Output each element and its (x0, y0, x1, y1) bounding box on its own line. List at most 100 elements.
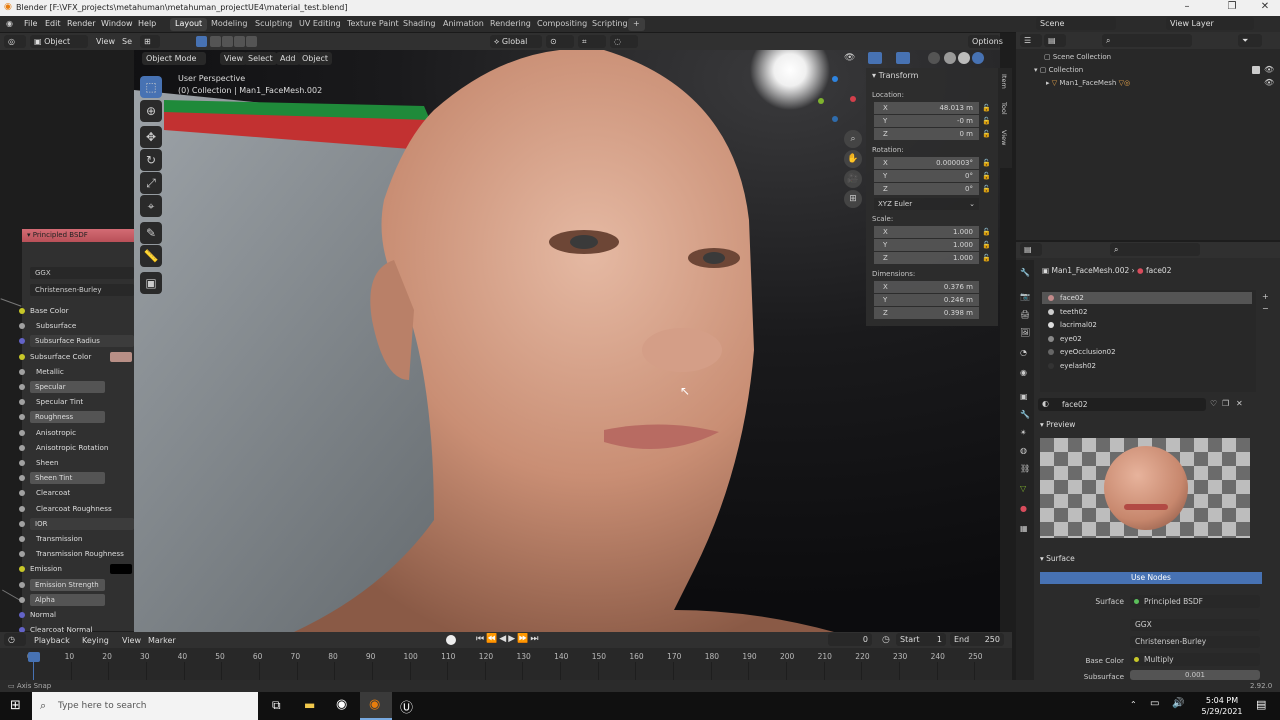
material-slot-item[interactable]: eye02 (1042, 333, 1252, 345)
node-input-row[interactable]: Subsurface Radius (19, 334, 134, 348)
node-input-row[interactable]: Emission Strength (19, 578, 134, 592)
texture-tab-icon[interactable]: ▦ (1020, 524, 1028, 533)
node-view-menu[interactable]: View (96, 37, 115, 46)
tab-modeling[interactable]: Modeling (206, 18, 252, 31)
pivot-point-icon[interactable]: ⊙ (546, 35, 574, 48)
close-icon[interactable]: ✕ (1250, 1, 1280, 12)
remove-slot-icon[interactable]: − (1262, 304, 1269, 313)
blender-menu-icon[interactable]: ◉ (6, 19, 13, 28)
material-slot-list[interactable]: face02 teeth02 lacrimal02 eye02 eyeOcclusion… (1040, 290, 1256, 392)
start-frame-field[interactable]: Start 1 (896, 633, 946, 646)
rotation-y-field[interactable]: Y 0° (874, 170, 979, 182)
input-socket-icon[interactable] (19, 596, 25, 603)
notifications-icon[interactable]: ▤ (1256, 698, 1266, 711)
material-shading-icon[interactable] (958, 52, 970, 64)
gizmo-toggle-icon[interactable] (868, 52, 882, 64)
scale-y-field[interactable]: Y 1.000 (874, 239, 979, 251)
input-socket-icon[interactable] (19, 444, 25, 451)
select-subtract-icon[interactable] (222, 36, 233, 47)
collection-item[interactable]: ▾ ▢ Collection (1034, 66, 1083, 74)
input-socket-icon[interactable] (19, 384, 25, 390)
emission-color-swatch[interactable] (110, 564, 132, 575)
input-socket-icon[interactable] (19, 323, 25, 330)
material-slot-item[interactable]: eyeOcclusion02 (1042, 346, 1252, 358)
tab-scripting[interactable]: Scripting (587, 18, 633, 31)
sidebar-tab-tool[interactable]: Tool (1000, 102, 1008, 115)
constraints-tab-icon[interactable]: ⛓ (1020, 464, 1030, 473)
fake-user-icon[interactable]: ♡ (1210, 399, 1217, 408)
add-cube-tool-icon[interactable]: ▣ (140, 272, 162, 294)
transform-panel-title[interactable]: ▾ Transform (872, 71, 918, 80)
render-tab-icon[interactable]: 📷 (1020, 292, 1030, 301)
particles-tab-icon[interactable]: ✴ (1020, 428, 1027, 437)
material-slot-item[interactable]: face02 (1042, 292, 1252, 304)
add-slot-icon[interactable]: + (1262, 292, 1269, 301)
select-box-icon[interactable] (196, 36, 207, 47)
snap-icon[interactable]: ⌗ (578, 35, 606, 48)
viewport-object-menu[interactable]: Object (298, 52, 333, 65)
node-input-row[interactable]: Normal (19, 608, 134, 622)
pan-hand-icon[interactable]: ✋ (844, 150, 862, 168)
data-tab-icon[interactable]: ▽ (1020, 484, 1026, 493)
input-socket-icon[interactable] (19, 520, 25, 527)
menu-help[interactable]: Help (138, 19, 156, 28)
object-mode-select[interactable]: Object Mode (142, 52, 206, 65)
properties-editor-type-icon[interactable]: ▤ (1020, 243, 1042, 256)
playback-menu[interactable]: Playback (34, 636, 70, 645)
node-input-field[interactable]: Roughness (30, 411, 105, 424)
node-input-row[interactable]: Alpha (19, 593, 134, 607)
duplicate-material-icon[interactable]: ❐ (1222, 399, 1229, 408)
scene-tab-icon[interactable]: ◔ (1020, 348, 1027, 357)
viewport-select-menu[interactable]: Select (244, 52, 277, 65)
dimensions-x-field[interactable]: X 0.376 m (874, 281, 979, 293)
rotation-x-field[interactable]: X 0.000003° (874, 157, 979, 169)
tool-tab-icon[interactable]: 🔧 (1020, 268, 1030, 277)
measure-tool-icon[interactable]: 📏 (140, 245, 162, 267)
facemesh-object-item[interactable]: ▸ ▽ Man1_FaceMesh ▽◎ (1046, 79, 1130, 87)
node-input-row[interactable]: Specular Tint (19, 395, 134, 409)
preview-range-icon[interactable]: ◷ (882, 635, 890, 645)
output-tab-icon[interactable]: 🖨 (1020, 310, 1030, 319)
input-socket-icon[interactable] (19, 414, 25, 421)
camera-view-icon[interactable]: 🎥 (844, 170, 862, 188)
sidebar-tab-item[interactable]: Item (1000, 74, 1008, 89)
subsurface-color-swatch[interactable] (110, 351, 132, 362)
clock-date[interactable]: 5/29/2021 (1200, 707, 1244, 716)
node-input-row[interactable]: Specular (19, 380, 134, 394)
outliner-filter-icon[interactable]: ⏷ (1238, 34, 1262, 47)
input-socket-icon[interactable] (19, 536, 25, 542)
node-input-field[interactable]: Sheen Tint (30, 472, 105, 485)
node-input-row[interactable]: Anisotropic Rotation (19, 441, 134, 455)
tab-uv-editing[interactable]: UV Editing (294, 18, 346, 31)
node-input-row[interactable]: IOR (19, 517, 134, 531)
subsurface-value-field[interactable]: 0.001 (1130, 670, 1260, 680)
zoom-icon[interactable]: ⌕ (844, 130, 862, 148)
tab-sculpting[interactable]: Sculpting (250, 18, 297, 31)
annotate-tool-icon[interactable]: ✎ (140, 222, 162, 244)
maximize-icon[interactable]: ❐ (1217, 1, 1247, 12)
end-frame-field[interactable]: End 250 (950, 633, 1004, 646)
lock-icon[interactable]: 🔓 (982, 185, 991, 193)
outliner-display-mode-icon[interactable]: ▤ (1044, 34, 1066, 47)
select-intersect-icon[interactable] (246, 36, 257, 47)
node-input-row[interactable]: Metallic (19, 365, 134, 379)
collection-visibility-icon[interactable]: 👁 (1264, 65, 1274, 74)
lock-icon[interactable]: 🔓 (982, 159, 991, 167)
distribution-select[interactable]: GGX (1130, 619, 1260, 631)
navigation-gizmo[interactable] (810, 76, 858, 124)
options-dropdown[interactable]: Options (968, 35, 1003, 48)
marker-menu[interactable]: Marker (148, 636, 176, 645)
select-invert-icon[interactable] (234, 36, 245, 47)
scale-x-field[interactable]: X 1.000 (874, 226, 979, 238)
view-layer-tab-icon[interactable]: 🖼 (1020, 328, 1030, 337)
lock-icon[interactable]: 🔓 (982, 117, 991, 125)
node-input-row[interactable]: Anisotropic (19, 426, 134, 440)
node-input-row[interactable]: Sheen Tint (19, 471, 134, 485)
node-input-row[interactable]: Subsurface (19, 319, 134, 333)
scene-selector[interactable]: Scene (1036, 17, 1116, 30)
add-workspace-button[interactable]: + (628, 18, 645, 31)
properties-search-input[interactable]: ⌕ (1110, 243, 1200, 256)
tab-shading[interactable]: Shading (398, 18, 441, 31)
viewport-add-menu[interactable]: Add (276, 52, 300, 65)
material-slot-item[interactable]: eyelash02 (1042, 360, 1252, 372)
